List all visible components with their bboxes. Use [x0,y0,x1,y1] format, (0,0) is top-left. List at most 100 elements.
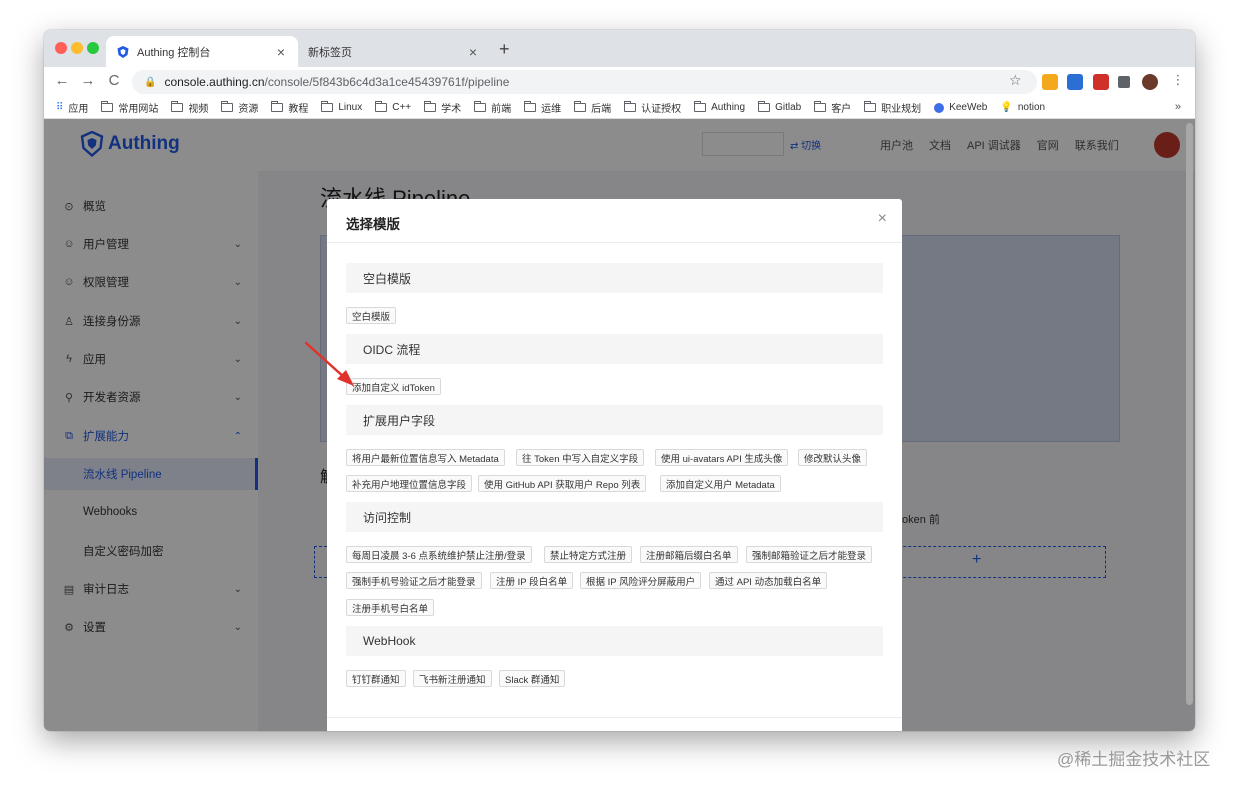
bookmark-folder[interactable]: 运维 [524,100,561,115]
template-item[interactable]: Slack 群通知 [499,670,566,687]
template-item[interactable]: 注册手机号白名单 [346,599,435,616]
section-webhook: WebHook [346,626,883,656]
template-item[interactable]: 使用 ui-avatars API 生成头像 [655,449,789,466]
bookmark-folder[interactable]: 客户 [814,100,851,115]
bookmark-label: 客户 [831,104,852,115]
tab-strip: Authing 控制台 × 新标签页 × + [44,30,1195,67]
section-extend-user-fields: 扩展用户字段 [346,405,883,435]
folder-icon [171,101,184,112]
bookmark-folder[interactable]: 常用网站 [101,100,158,115]
address-bar[interactable]: 🔒 console.authing.cn/console/5f843b6c4d3… [132,70,1037,94]
template-item[interactable]: 使用 GitHub API 获取用户 Repo 列表 [478,475,647,492]
template-item[interactable]: 飞书新注册通知 [413,670,492,687]
template-item[interactable]: 注册邮箱后缀白名单 [640,546,738,563]
extension-fe-icon[interactable] [1093,74,1109,90]
tab-title: Authing 控制台 [137,46,211,59]
bookmark-notion[interactable]: 💡 notion [1000,102,1045,113]
tab-close-icon[interactable]: × [466,44,480,60]
bookmark-folder[interactable]: Gitlab [758,101,802,113]
template-item[interactable]: 每周日凌晨 3-6 点系统维护禁止注册/登录 [346,546,532,563]
bookmark-label: 应用 [68,104,89,115]
bookmark-folder[interactable]: Authing [694,101,746,113]
template-item[interactable]: 往 Token 中写入自定义字段 [516,449,645,466]
template-item[interactable]: 添加自定义 idToken [346,378,441,395]
bookmarks-overflow-button[interactable]: » [1175,101,1181,113]
bookmark-folder[interactable]: 认证授权 [624,100,681,115]
template-item[interactable]: 强制手机号验证之后才能登录 [346,572,482,589]
modal-title: 选择模版 [346,217,400,232]
template-item[interactable]: 根据 IP 风险评分屏蔽用户 [580,572,702,589]
folder-icon [524,101,537,112]
folder-icon [321,101,334,112]
forward-button[interactable]: → [78,72,98,89]
template-item[interactable]: 修改默认头像 [798,449,868,466]
bookmark-label: 后端 [591,104,612,115]
folder-icon [694,101,707,112]
bookmark-folder[interactable]: 视频 [171,100,208,115]
bookmark-folder[interactable]: 职业规划 [864,100,921,115]
folder-icon [864,101,877,112]
extension-key-icon[interactable] [1042,74,1058,90]
extension-s-icon[interactable] [1067,74,1083,90]
bookmark-label: 前端 [491,104,512,115]
bookmark-folder[interactable]: 资源 [221,100,258,115]
extensions-puzzle-icon[interactable] [1118,76,1130,88]
bookmark-label: 学术 [441,104,462,115]
select-template-modal: 选择模版 × 空白模版 空白模版 OIDC 流程 添加自定义 idToken 扩… [327,199,902,731]
tab-authing-console[interactable]: Authing 控制台 × [106,36,298,67]
template-item[interactable]: 禁止特定方式注册 [544,546,633,563]
bookmark-folder[interactable]: C++ [375,101,411,113]
bookmark-star-icon[interactable]: ☆ [1009,72,1022,89]
keeweb-icon [934,102,945,113]
section-oidc-flow: OIDC 流程 [346,334,883,364]
modal-header: 选择模版 × [327,199,902,243]
apps-grid-icon: ⠿ [56,102,64,113]
folder-icon [271,101,284,112]
folder-icon [101,101,114,112]
bookmark-folder[interactable]: 教程 [271,100,308,115]
section-blank-template: 空白模版 [346,263,883,293]
back-button[interactable]: ← [52,72,72,89]
folder-icon [624,101,637,112]
page-scrollbar[interactable] [1186,123,1193,705]
bookmark-folder[interactable]: Linux [321,101,362,113]
template-item[interactable]: 强制邮箱验证之后才能登录 [746,546,873,563]
tab-new-tab[interactable]: 新标签页 × [298,36,490,67]
folder-icon [221,101,234,112]
template-item[interactable]: 将用户最新位置信息写入 Metadata [346,449,505,466]
minimize-window-button[interactable] [71,42,83,54]
bookmark-keeweb[interactable]: KeeWeb [934,102,987,113]
new-tab-button[interactable]: + [499,40,510,58]
bookmarks-bar: ⠿ 应用 常用网站 视频 资源 教程 Linux C++ 学术 前端 运维 后端… [44,97,1195,119]
menu-dots-icon[interactable]: ⋮ [1168,72,1188,88]
bookmark-label: 资源 [238,104,259,115]
bookmark-label: 教程 [288,104,309,115]
template-item[interactable]: 补充用户地理位置信息字段 [346,475,473,492]
profile-avatar[interactable] [1142,74,1158,90]
lightbulb-icon: 💡 [1000,102,1013,113]
bookmark-apps[interactable]: ⠿ 应用 [56,100,88,115]
folder-icon [574,101,587,112]
maximize-window-button[interactable] [87,42,99,54]
template-item[interactable]: 钉钉群通知 [346,670,406,687]
watermark: @稀土掘金技术社区 [1057,750,1211,769]
reload-button[interactable]: C [104,72,124,89]
bookmark-label: 运维 [541,104,562,115]
bookmark-folder[interactable]: 前端 [474,100,511,115]
template-item[interactable]: 通过 API 动态加载白名单 [709,572,828,589]
template-item[interactable]: 注册 IP 段白名单 [490,572,574,589]
tab-close-icon[interactable]: × [274,44,288,60]
tab-title: 新标签页 [308,46,352,59]
bookmark-label: Gitlab [775,102,802,113]
bookmark-label: Authing [711,102,746,113]
browser-window: Authing 控制台 × 新标签页 × + ← → C 🔒 console.a… [44,30,1195,731]
close-icon[interactable]: × [878,210,887,228]
bookmark-label: 常用网站 [118,104,159,115]
template-item[interactable]: 空白模版 [346,307,397,324]
close-window-button[interactable] [55,42,67,54]
bookmark-folder[interactable]: 学术 [424,100,461,115]
url-host: console.authing.cn [164,75,265,89]
bookmark-folder[interactable]: 后端 [574,100,611,115]
bookmark-label: 职业规划 [881,104,922,115]
template-item[interactable]: 添加自定义用户 Metadata [660,475,781,492]
